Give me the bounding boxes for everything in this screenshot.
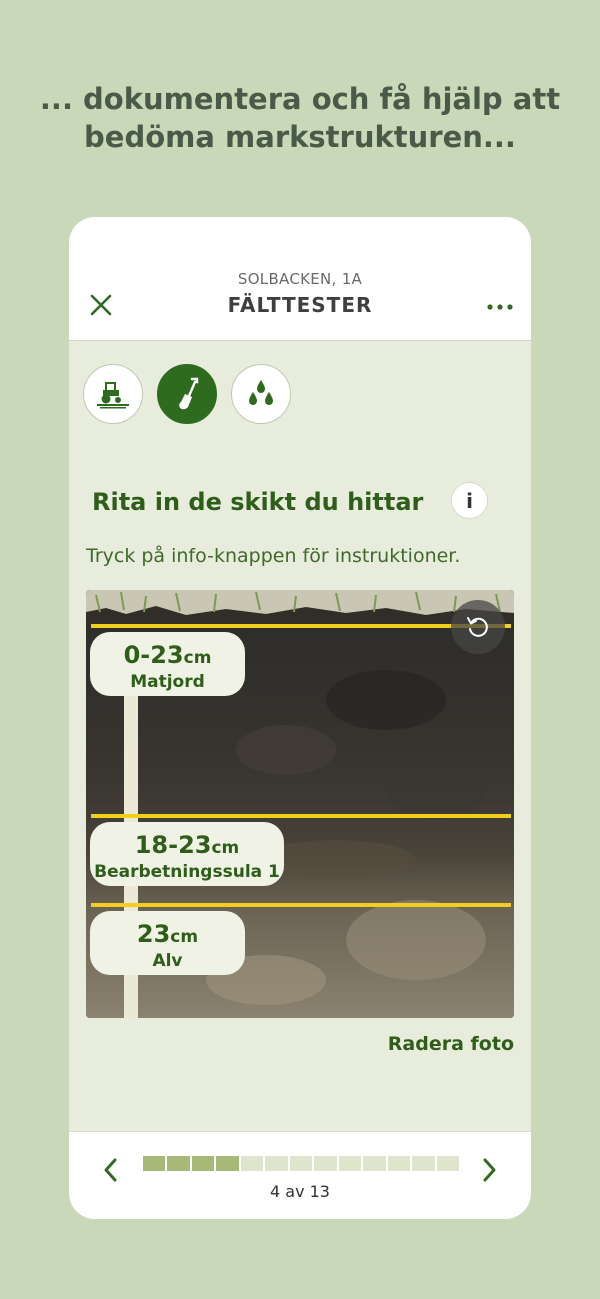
progress-segment: [338, 1156, 362, 1171]
promo-headline: ... dokumentera och få hjälp att bedöma …: [39, 82, 561, 154]
tractor-icon: [97, 382, 129, 409]
progress-segment: [143, 1156, 166, 1171]
progress-segment: [387, 1156, 411, 1171]
progress-segment: [363, 1156, 386, 1171]
mode-water-button[interactable]: [231, 364, 291, 424]
section-title: Rita in de skikt du hittar: [92, 488, 424, 516]
progress-segment: [191, 1156, 215, 1171]
progress-segment: [265, 1156, 288, 1171]
chevron-left-icon: [104, 1158, 117, 1182]
progress-segment: [216, 1156, 239, 1171]
location-subtitle: SOLBACKEN, 1A: [237, 270, 363, 288]
phone-screen: SOLBACKEN, 1A FÄLTTESTER Rita in de skik…: [69, 217, 531, 1219]
top-bar: SOLBACKEN, 1A FÄLTTESTER: [69, 217, 531, 341]
more-dots-icon: [487, 304, 513, 310]
layer-name: Alv: [152, 951, 183, 971]
more-options-button[interactable]: [483, 297, 517, 317]
delete-photo-link[interactable]: Radera foto: [388, 1033, 514, 1055]
reset-layers-button[interactable]: [451, 600, 505, 654]
progress-segment: [167, 1156, 190, 1171]
next-step-button[interactable]: [475, 1156, 503, 1184]
previous-step-button[interactable]: [97, 1156, 125, 1184]
layer-label-matjord[interactable]: 0-23cm Matjord: [90, 632, 245, 696]
layer-label-bearbetningssula[interactable]: 18-23cm Bearbetningssula 1: [90, 822, 284, 886]
layer-label-alv[interactable]: 23cm Alv: [90, 911, 245, 975]
layer-boundary-line[interactable]: [91, 903, 511, 907]
layer-name: Matjord: [130, 672, 205, 692]
layer-unit: cm: [211, 838, 240, 858]
reset-rotate-icon: [467, 617, 488, 637]
info-button[interactable]: i: [451, 482, 488, 519]
layer-range: 0-23: [123, 641, 184, 669]
layer-boundary-line[interactable]: [91, 624, 511, 628]
layer-unit: cm: [183, 648, 212, 668]
layer-name: Bearbetningssula 1: [94, 862, 280, 882]
layer-boundary-line[interactable]: [91, 814, 511, 818]
step-progress-bar: [143, 1156, 460, 1171]
layer-unit: cm: [170, 927, 199, 947]
layer-range: 18-23: [134, 831, 212, 859]
progress-segment: [289, 1156, 313, 1171]
mode-shovel-button[interactable]: [157, 364, 217, 424]
water-drops-icon: [249, 380, 273, 405]
progress-segment: [240, 1156, 264, 1171]
bottom-pager: 4 av 13: [69, 1131, 531, 1219]
step-counter: 4 av 13: [270, 1182, 330, 1201]
layer-range: 23: [136, 920, 171, 948]
progress-segment: [314, 1156, 337, 1171]
shovel-icon: [179, 377, 199, 410]
chevron-right-icon: [483, 1158, 496, 1182]
progress-segment: [412, 1156, 435, 1171]
page-title: FÄLTTESTER: [227, 293, 373, 317]
mode-tractor-button[interactable]: [83, 364, 143, 424]
soil-profile-photo[interactable]: 0-23cm Matjord 18-23cm Bearbetningssula …: [86, 590, 514, 1018]
instruction-hint: Tryck på info-knappen för instruktioner.: [86, 545, 461, 567]
progress-segment: [436, 1156, 460, 1171]
